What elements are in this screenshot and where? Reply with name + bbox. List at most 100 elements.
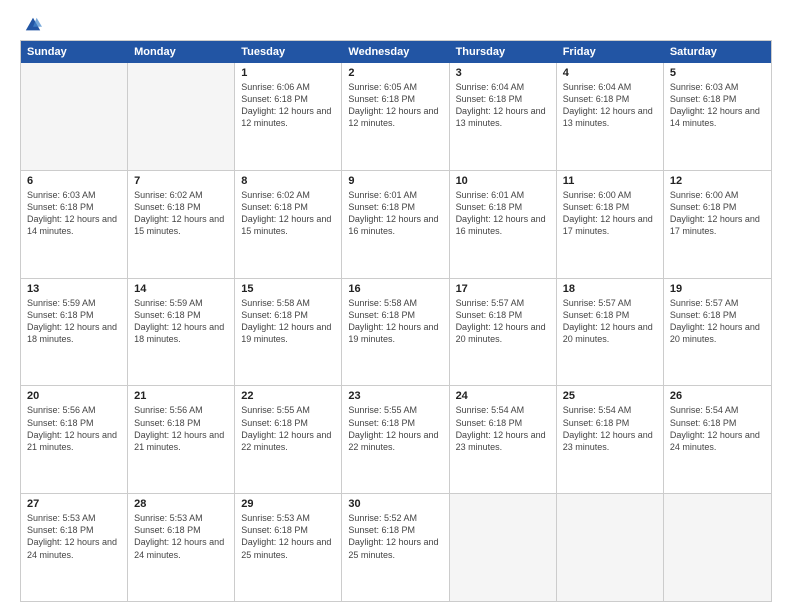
day-number: 23 (348, 390, 442, 402)
header-day-tuesday: Tuesday (235, 41, 342, 63)
calendar-cell: 16 Sunrise: 5:58 AMSunset: 6:18 PMDayligh… (342, 279, 449, 386)
calendar-cell: 18 Sunrise: 5:57 AMSunset: 6:18 PMDayligh… (557, 279, 664, 386)
calendar-cell: 24Sunrise: 5:54 AMSunset: 6:18 PMDayligh… (450, 386, 557, 493)
calendar-row-2: 13Sunrise: 5:59 AMSunset: 6:18 PMDayligh… (21, 278, 771, 386)
cell-info: Sunrise: 5:58 AMSunset: 6:18 PMDaylight:… (241, 297, 335, 346)
cell-info: Sunrise: 6:04 AMSunset: 6:18 PMDaylight:… (563, 81, 657, 130)
day-number: 10 (456, 175, 550, 187)
header (20, 16, 772, 30)
day-number: 3 (456, 67, 550, 79)
cell-info: Sunrise: 6:04 AMSunset: 6:18 PMDaylight:… (456, 81, 550, 130)
cell-info: Sunrise: 6:03 AMSunset: 6:18 PMDaylight:… (27, 189, 121, 238)
cell-info: Sunrise: 6:02 AMSunset: 6:18 PMDaylight:… (134, 189, 228, 238)
day-number: 8 (241, 175, 335, 187)
day-number: 30 (348, 498, 442, 510)
day-number: 1 (241, 67, 335, 79)
cell-info: Sunrise: 6:03 AMSunset: 6:18 PMDaylight:… (670, 81, 765, 130)
day-number: 2 (348, 67, 442, 79)
calendar-row-4: 27 Sunrise: 5:53 AMSunset: 6:18 PMDayligh… (21, 493, 771, 601)
day-number: 24 (456, 390, 550, 402)
calendar-cell: 23 Sunrise: 5:55 AMSunset: 6:18 PMDayligh… (342, 386, 449, 493)
logo-icon (24, 16, 42, 34)
calendar-cell: 19Sunrise: 5:57 AMSunset: 6:18 PMDayligh… (664, 279, 771, 386)
cell-info: Sunrise: 5:55 AMSunset: 6:18 PMDaylight:… (241, 404, 335, 453)
calendar-cell (128, 63, 235, 170)
day-number: 22 (241, 390, 335, 402)
calendar-body: 1 Sunrise: 6:06 AMSunset: 6:18 PMDaylight… (21, 63, 771, 601)
day-number: 4 (563, 67, 657, 79)
page: SundayMondayTuesdayWednesdayThursdayFrid… (0, 0, 792, 612)
day-number: 27 (27, 498, 121, 510)
calendar-header: SundayMondayTuesdayWednesdayThursdayFrid… (21, 41, 771, 63)
calendar-cell: 21 Sunrise: 5:56 AMSunset: 6:18 PMDayligh… (128, 386, 235, 493)
day-number: 20 (27, 390, 121, 402)
calendar-cell: 4 Sunrise: 6:04 AMSunset: 6:18 PMDaylight… (557, 63, 664, 170)
calendar-cell: 25 Sunrise: 5:54 AMSunset: 6:18 PMDayligh… (557, 386, 664, 493)
calendar-cell: 7 Sunrise: 6:02 AMSunset: 6:18 PMDaylight… (128, 171, 235, 278)
calendar-cell: 17 Sunrise: 5:57 AMSunset: 6:18 PMDayligh… (450, 279, 557, 386)
cell-info: Sunrise: 6:00 AMSunset: 6:18 PMDaylight:… (563, 189, 657, 238)
cell-info: Sunrise: 5:57 AMSunset: 6:18 PMDaylight:… (456, 297, 550, 346)
cell-info: Sunrise: 6:01 AMSunset: 6:18 PMDaylight:… (348, 189, 442, 238)
calendar-cell: 3 Sunrise: 6:04 AMSunset: 6:18 PMDaylight… (450, 63, 557, 170)
day-number: 19 (670, 283, 765, 295)
header-day-friday: Friday (557, 41, 664, 63)
day-number: 18 (563, 283, 657, 295)
cell-info: Sunrise: 5:54 AMSunset: 6:18 PMDaylight:… (563, 404, 657, 453)
cell-info: Sunrise: 5:54 AMSunset: 6:18 PMDaylight:… (670, 404, 765, 453)
day-number: 25 (563, 390, 657, 402)
day-number: 21 (134, 390, 228, 402)
calendar-cell: 5 Sunrise: 6:03 AMSunset: 6:18 PMDaylight… (664, 63, 771, 170)
cell-info: Sunrise: 5:53 AMSunset: 6:18 PMDaylight:… (134, 512, 228, 561)
cell-info: Sunrise: 5:53 AMSunset: 6:18 PMDaylight:… (241, 512, 335, 561)
cell-info: Sunrise: 5:59 AMSunset: 6:18 PMDaylight:… (27, 297, 121, 346)
cell-info: Sunrise: 6:01 AMSunset: 6:18 PMDaylight:… (456, 189, 550, 238)
cell-info: Sunrise: 5:59 AMSunset: 6:18 PMDaylight:… (134, 297, 228, 346)
day-number: 16 (348, 283, 442, 295)
calendar-cell (21, 63, 128, 170)
header-day-sunday: Sunday (21, 41, 128, 63)
calendar-cell: 11 Sunrise: 6:00 AMSunset: 6:18 PMDayligh… (557, 171, 664, 278)
day-number: 6 (27, 175, 121, 187)
calendar-cell: 29 Sunrise: 5:53 AMSunset: 6:18 PMDayligh… (235, 494, 342, 601)
cell-info: Sunrise: 6:06 AMSunset: 6:18 PMDaylight:… (241, 81, 335, 130)
calendar-cell: 28Sunrise: 5:53 AMSunset: 6:18 PMDayligh… (128, 494, 235, 601)
calendar-cell: 15 Sunrise: 5:58 AMSunset: 6:18 PMDayligh… (235, 279, 342, 386)
day-number: 29 (241, 498, 335, 510)
day-number: 5 (670, 67, 765, 79)
calendar-cell: 14Sunrise: 5:59 AMSunset: 6:18 PMDayligh… (128, 279, 235, 386)
calendar-cell: 10 Sunrise: 6:01 AMSunset: 6:18 PMDayligh… (450, 171, 557, 278)
header-day-wednesday: Wednesday (342, 41, 449, 63)
calendar-row-0: 1 Sunrise: 6:06 AMSunset: 6:18 PMDaylight… (21, 63, 771, 170)
day-number: 11 (563, 175, 657, 187)
calendar-row-1: 6 Sunrise: 6:03 AMSunset: 6:18 PMDaylight… (21, 170, 771, 278)
calendar-cell (557, 494, 664, 601)
day-number: 9 (348, 175, 442, 187)
calendar-cell (450, 494, 557, 601)
header-day-monday: Monday (128, 41, 235, 63)
calendar-cell: 6 Sunrise: 6:03 AMSunset: 6:18 PMDaylight… (21, 171, 128, 278)
cell-info: Sunrise: 5:52 AMSunset: 6:18 PMDaylight:… (348, 512, 442, 561)
cell-info: Sunrise: 6:05 AMSunset: 6:18 PMDaylight:… (348, 81, 442, 130)
header-day-saturday: Saturday (664, 41, 771, 63)
calendar-cell: 1 Sunrise: 6:06 AMSunset: 6:18 PMDaylight… (235, 63, 342, 170)
cell-info: Sunrise: 5:57 AMSunset: 6:18 PMDaylight:… (563, 297, 657, 346)
calendar-cell: 13Sunrise: 5:59 AMSunset: 6:18 PMDayligh… (21, 279, 128, 386)
calendar-cell: 8Sunrise: 6:02 AMSunset: 6:18 PMDaylight… (235, 171, 342, 278)
calendar-cell: 12 Sunrise: 6:00 AMSunset: 6:18 PMDayligh… (664, 171, 771, 278)
header-day-thursday: Thursday (450, 41, 557, 63)
cell-info: Sunrise: 6:00 AMSunset: 6:18 PMDaylight:… (670, 189, 765, 238)
cell-info: Sunrise: 5:55 AMSunset: 6:18 PMDaylight:… (348, 404, 442, 453)
day-number: 7 (134, 175, 228, 187)
day-number: 17 (456, 283, 550, 295)
day-number: 26 (670, 390, 765, 402)
day-number: 12 (670, 175, 765, 187)
calendar-cell (664, 494, 771, 601)
cell-info: Sunrise: 5:56 AMSunset: 6:18 PMDaylight:… (134, 404, 228, 453)
calendar-cell: 27 Sunrise: 5:53 AMSunset: 6:18 PMDayligh… (21, 494, 128, 601)
calendar-cell: 2 Sunrise: 6:05 AMSunset: 6:18 PMDaylight… (342, 63, 449, 170)
day-number: 15 (241, 283, 335, 295)
calendar-cell: 26 Sunrise: 5:54 AMSunset: 6:18 PMDayligh… (664, 386, 771, 493)
cell-info: Sunrise: 5:58 AMSunset: 6:18 PMDaylight:… (348, 297, 442, 346)
cell-info: Sunrise: 5:53 AMSunset: 6:18 PMDaylight:… (27, 512, 121, 561)
